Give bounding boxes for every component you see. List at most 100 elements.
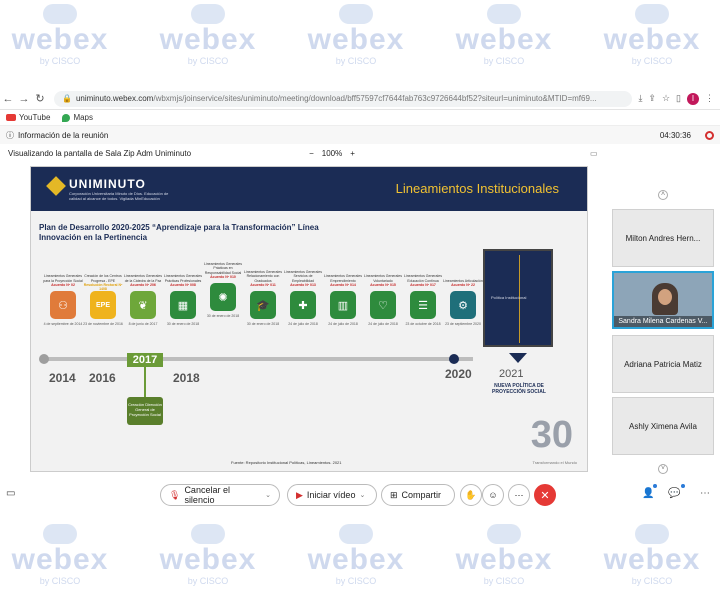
- arrow-down-icon: [509, 353, 527, 363]
- milestone-date: 30 de enero de 2018: [246, 322, 280, 326]
- scroll-down-icon[interactable]: ˅: [658, 464, 668, 474]
- meeting-timer: 04:30:36: [659, 130, 691, 140]
- chat-icon[interactable]: 💬: [668, 488, 680, 499]
- milestone-agreement: Acuerdo Nº 015: [370, 283, 396, 287]
- slide-header: UNIMINUTO Corporación Universitaria Minu…: [31, 167, 587, 211]
- hand-raise-button[interactable]: ✋: [460, 484, 482, 506]
- participant-video-tile[interactable]: Sandra Milena Cardenas V...: [612, 271, 714, 329]
- leave-meeting-button[interactable]: ✕: [534, 484, 556, 506]
- bookmark-star-icon[interactable]: ☆: [662, 93, 670, 104]
- policy-book-cover: Política Institucional: [483, 249, 553, 347]
- reactions-button[interactable]: ☺: [482, 484, 504, 506]
- milestone-date: 23 de septiembre 2020: [445, 322, 481, 326]
- milestone-agreement: Resolución Rectoral Nº 1408: [83, 283, 123, 291]
- milestone-item: Lineamientos Generales Educación Continu…: [403, 253, 443, 327]
- webex-watermark: webex by CISCO: [0, 524, 130, 586]
- milestone-agreement: Acuerdo Nº 013: [290, 283, 316, 287]
- year-highlight: 2017: [127, 353, 163, 367]
- info-icon[interactable]: ⓘ: [6, 130, 14, 141]
- anniversary-logo: 30: [530, 414, 573, 456]
- menu-dots-icon[interactable]: ⋮: [705, 93, 714, 104]
- milestone-item: Lineamientos Generales Prácticas Profesi…: [163, 253, 203, 327]
- milestone-agreement: Acuerdo Nº 02: [51, 283, 75, 287]
- scroll-up-icon[interactable]: ˄: [658, 190, 668, 200]
- gears-icon: ✺: [210, 283, 236, 311]
- milestone-label: Lineamientos Generales Educación Continu…: [404, 274, 442, 283]
- dove-icon: ❦: [130, 291, 156, 319]
- download-icon[interactable]: ⤓: [638, 93, 642, 104]
- timeline-line: [41, 357, 473, 361]
- share-button[interactable]: ⊞ Compartir: [381, 484, 455, 506]
- participant-tile[interactable]: Ashly Ximena Avila: [612, 397, 714, 455]
- milestone-date: 8 de junio de 2017: [128, 322, 158, 326]
- creation-box: Creación Dirección General de Proyección…: [127, 397, 163, 425]
- milestone-date: 23 de octubre de 2018: [405, 322, 441, 326]
- meeting-controls: ▭ 🎙 Cancelar el silencio ⌄ ▶ Iniciar víd…: [0, 484, 720, 508]
- start-video-button[interactable]: ▶ Iniciar vídeo ⌄: [287, 484, 377, 506]
- window-restore-icon[interactable]: ▭: [590, 149, 598, 158]
- address-bar[interactable]: 🔒 uniminuto.webex.com/wbxmjs/joinservice…: [54, 90, 633, 107]
- participant-name: Sandra Milena Cardenas V...: [614, 316, 712, 327]
- mic-muted-icon: 🎙: [169, 489, 181, 500]
- reload-icon[interactable]: ↻: [32, 92, 48, 105]
- milestone-date: 24 de julio de 2018: [328, 322, 358, 326]
- share-screen-icon: ⊞: [390, 489, 398, 500]
- zoom-out-button[interactable]: −: [309, 149, 314, 158]
- chevron-down-icon: ⌄: [265, 492, 271, 499]
- bookmark-maps[interactable]: Maps: [62, 113, 93, 122]
- zoom-level: 100%: [321, 148, 343, 158]
- milestone-label: Lineamientos Generales Voluntariado: [364, 274, 402, 283]
- milestone-item: Lineamientos Generales Relacionamiento c…: [243, 253, 283, 327]
- captions-icon[interactable]: ▭: [6, 488, 15, 499]
- webex-watermark: webex by CISCO: [286, 4, 426, 66]
- unmute-button[interactable]: 🎙 Cancelar el silencio ⌄: [160, 484, 280, 506]
- share-status-row: Visualizando la pantalla de Sala Zip Adm…: [0, 146, 610, 160]
- milestone-item: Lineamientos Generales para la Proyecció…: [43, 253, 83, 327]
- people-icon: ⚇: [50, 291, 76, 319]
- meeting-info-label[interactable]: Información de la reunión: [18, 131, 108, 140]
- milestone-label: Lineamientos Generales Emprendimiento: [324, 274, 362, 283]
- more-panels-icon[interactable]: ⋯: [700, 488, 710, 499]
- chart-icon: ▥: [330, 291, 356, 319]
- chat-notification-dot: [681, 484, 685, 488]
- webex-watermark: webex by CISCO: [582, 4, 720, 66]
- browser-toolbar: ← → ↻ 🔒 uniminuto.webex.com/wbxmjs/joins…: [0, 88, 720, 110]
- slide-source: Fuente: Repositorio Institucional Políti…: [231, 460, 342, 465]
- webex-watermark: webex by CISCO: [582, 524, 720, 586]
- back-icon[interactable]: ←: [0, 93, 16, 105]
- participants-icon[interactable]: 👤: [642, 488, 654, 499]
- participant-tile[interactable]: Adriana Patricia Matiz: [612, 335, 714, 393]
- slide-title: Lineamientos Institucionales: [395, 181, 559, 196]
- milestone-date: 30 de enero de 2018: [166, 322, 200, 326]
- forward-icon[interactable]: →: [16, 93, 32, 105]
- milestone-agreement: Acuerdo Nº 010: [210, 275, 236, 279]
- milestone-label: Lineamientos Generales Servicios de Empl…: [284, 269, 322, 283]
- milestone-label: Lineamientos Generales Prácticas en Resp…: [204, 261, 242, 275]
- tab-panel-icon[interactable]: ▯: [676, 93, 681, 104]
- zoom-in-button[interactable]: +: [350, 149, 355, 158]
- youtube-icon: [6, 114, 16, 122]
- close-icon: ✕: [540, 489, 550, 502]
- milestone-agreement: Acuerdo Nº 011: [250, 283, 276, 287]
- profile-avatar[interactable]: I: [687, 92, 699, 105]
- milestone-item: Lineamientos Generales Voluntariado Acuer…: [363, 253, 403, 327]
- policy-text: NUEVA POLÍTICA DE PROYECCIÓN SOCIAL: [492, 383, 546, 395]
- anniversary-tagline: Transformando el Mundo: [532, 460, 577, 465]
- milestone-item: Lineamientos Generales Prácticas en Resp…: [203, 245, 243, 319]
- share-icon[interactable]: ⇪: [648, 93, 656, 104]
- chevron-down-icon: ⌄: [359, 492, 366, 499]
- lock-icon: 🔒: [62, 94, 72, 103]
- webex-watermark: webex by CISCO: [138, 4, 278, 66]
- participant-tile[interactable]: Milton Andres Hern...: [612, 209, 714, 267]
- milestone-agreement: Acuerdo Nº 206: [130, 283, 156, 287]
- uniminuto-logo-icon: [46, 176, 66, 196]
- share-status-text: Visualizando la pantalla de Sala Zip Adm…: [8, 148, 192, 158]
- more-options-button[interactable]: ⋯: [508, 484, 530, 506]
- milestone-date: 24 de julio de 2018: [288, 322, 318, 326]
- year-label: 2018: [173, 371, 200, 385]
- url-domain: uniminuto.webex.com: [75, 94, 154, 103]
- bookmark-youtube[interactable]: YouTube: [6, 113, 50, 122]
- milestone-agreement: Acuerdo Nº 014: [330, 283, 356, 287]
- more-dots-icon: ⋯: [514, 489, 524, 500]
- webex-watermark: webex by CISCO: [286, 524, 426, 586]
